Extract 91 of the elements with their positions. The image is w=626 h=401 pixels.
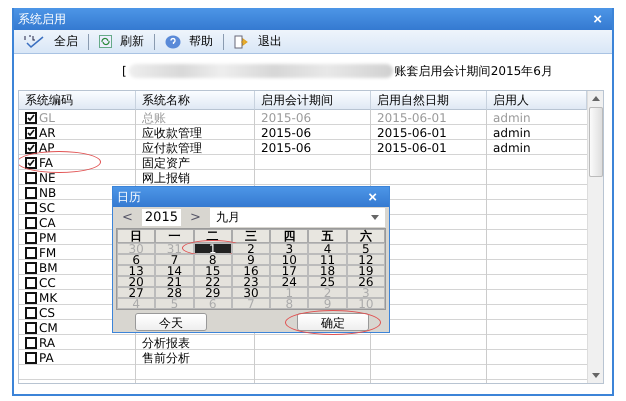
table-cell-text: 2015-06-01 [376, 125, 448, 140]
table-cell-text: admin [492, 125, 532, 140]
period-label: 账套启用会计期间2015年6月 [394, 62, 553, 80]
toolbar-button[interactable]: 全启 [18, 33, 84, 50]
toolbar-button[interactable]: 退出 [228, 33, 288, 50]
toolbar-button[interactable]: 帮助 [159, 33, 219, 50]
calendar-day[interactable]: 2 [232, 243, 270, 254]
weekday-header: 一 [155, 229, 194, 243]
month-dropdown[interactable]: 九月 [210, 208, 385, 227]
bracket-text: [ [122, 64, 127, 78]
system-code: GL [39, 110, 55, 124]
dialog-button[interactable]: 确定 [297, 313, 369, 331]
close-button[interactable]: × [368, 190, 377, 204]
column-header[interactable]: 系统名称 [136, 91, 255, 110]
system-code: FM [39, 246, 56, 260]
table-cell-text: 应付款管理 [141, 140, 203, 155]
calendar-day[interactable]: 4 [308, 243, 347, 254]
previous-year-button[interactable]: < [117, 210, 138, 225]
system-code: CC [39, 276, 56, 290]
calendar-day[interactable]: 11 [308, 254, 347, 265]
calendar-day[interactable]: 7 [155, 254, 194, 265]
next-year-button[interactable]: > [185, 210, 206, 225]
table-cell-text: 网上报销 [141, 170, 191, 185]
system-code: MK [39, 290, 58, 304]
table-cell-text: admin [492, 110, 532, 125]
calendar-day[interactable]: 24 [270, 276, 308, 287]
system-code: FA [39, 156, 54, 170]
table-cell-text: 售前分析 [141, 350, 191, 365]
calendar-day[interactable]: 13 [117, 265, 156, 276]
weekday-header: 六 [346, 229, 385, 243]
calendar-day[interactable]: 26 [346, 276, 385, 287]
close-button[interactable]: × [593, 12, 602, 26]
system-code: SC [39, 200, 55, 214]
table-cell-text: 2015-06 [260, 110, 312, 125]
year-field[interactable]: 2015 [142, 209, 181, 226]
calendar-day[interactable]: 8 [194, 254, 232, 265]
weekday-header: 日 [117, 229, 156, 243]
system-code: CM [39, 320, 58, 334]
calendar-day[interactable]: 20 [117, 276, 156, 287]
calendar-day[interactable]: 28 [155, 287, 194, 298]
table-cell-text: 分析报表 [141, 335, 191, 350]
system-code: NE [39, 170, 56, 184]
calendar-day[interactable]: 14 [155, 265, 194, 276]
column-header[interactable]: 启用会计期间 [255, 91, 371, 110]
calendar-day[interactable]: 23 [232, 276, 270, 287]
dialog-button[interactable]: 今天 [135, 313, 207, 331]
calendar-day[interactable]: 9 [232, 254, 270, 265]
system-code: PA [39, 350, 54, 364]
table-cell-text: 2015-06 [260, 125, 312, 140]
table-cell-text: 固定资产 [141, 155, 191, 170]
weekday-header: 四 [270, 229, 308, 243]
table-cell-text: 应收款管理 [141, 125, 203, 140]
system-code: NB [39, 186, 56, 200]
calendar-day[interactable]: 17 [270, 265, 308, 276]
toolbar-button[interactable]: 刷新 [93, 33, 150, 50]
calendar-day[interactable]: 18 [308, 265, 347, 276]
table-cell-text: 总账 [141, 110, 167, 125]
calendar-day[interactable]: 12 [346, 254, 385, 265]
column-header[interactable]: 系统编码 [19, 91, 136, 110]
calendar-day[interactable]: 10 [270, 254, 308, 265]
system-code: AR [39, 126, 56, 140]
weekday-header: 五 [308, 229, 347, 243]
system-code: CS [39, 306, 55, 320]
system-code: PM [39, 230, 57, 244]
system-code: RA [39, 336, 56, 350]
calendar-day[interactable]: 16 [232, 265, 270, 276]
table-cell-text: admin [492, 140, 532, 155]
calendar-day[interactable]: 3 [270, 243, 308, 254]
calendar-day[interactable]: 1 [194, 243, 232, 254]
window-title: 系统启用 [18, 10, 66, 28]
system-code: CA [39, 216, 56, 230]
weekday-header: 二 [194, 229, 232, 243]
system-code: BM [39, 260, 58, 274]
calendar-day[interactable]: 5 [346, 243, 385, 254]
calendar-day[interactable]: 27 [117, 287, 156, 298]
weekday-header: 三 [232, 229, 270, 243]
table-cell-text: 2015-06 [260, 140, 312, 155]
calendar-day[interactable]: 22 [194, 276, 232, 287]
calendar-day[interactable]: 19 [346, 265, 385, 276]
table-cell-text: 2015-06-01 [376, 140, 448, 155]
popup-title: 日历 [117, 188, 141, 206]
column-header[interactable]: 启用自然日期 [371, 91, 487, 110]
column-header[interactable]: 启用人 [487, 91, 587, 110]
calendar-day[interactable]: 25 [308, 276, 347, 287]
system-code: AP [39, 140, 54, 154]
calendar-day[interactable]: 15 [194, 265, 232, 276]
calendar-day[interactable]: 6 [117, 254, 156, 265]
calendar-day[interactable]: 21 [155, 276, 194, 287]
calendar-day[interactable]: 29 [194, 287, 232, 298]
calendar-day[interactable]: 30 [232, 287, 270, 298]
table-cell-text: 2015-06-01 [376, 110, 448, 125]
